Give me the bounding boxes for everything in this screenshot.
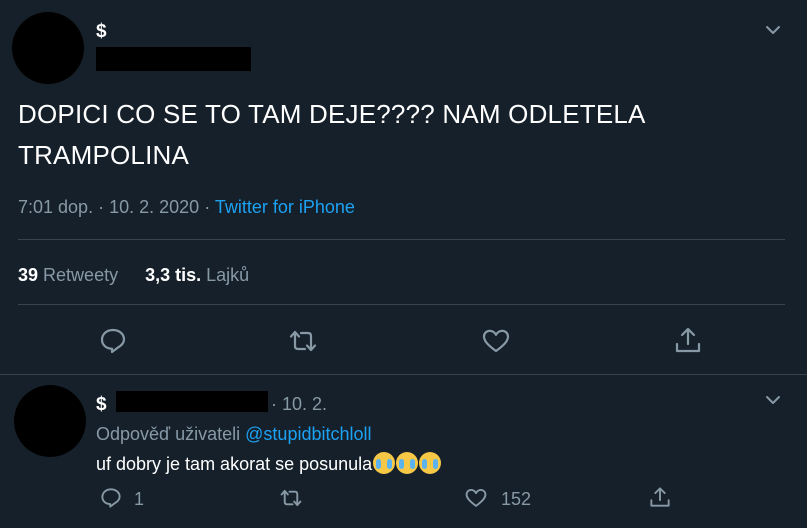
reply-icon[interactable] — [100, 487, 122, 509]
divider — [18, 239, 785, 240]
tweet-meta: 7:01 dop. · 10. 2. 2020 · Twitter for iP… — [18, 197, 355, 218]
divider — [18, 304, 785, 305]
chevron-down-icon[interactable] — [763, 390, 783, 410]
meta-sep: · — [271, 394, 282, 414]
reply-author-name[interactable]: $ — [96, 394, 107, 416]
share-icon[interactable] — [674, 326, 702, 354]
reply-author-avatar[interactable] — [14, 385, 86, 457]
retweet-icon[interactable] — [280, 487, 302, 509]
like-icon[interactable] — [465, 487, 487, 509]
reply-text-container: uf dobry je tam akorat se posunula — [96, 452, 442, 475]
likes-label: Lajků — [206, 265, 250, 285]
author-handle-redacted — [96, 47, 251, 71]
retweets-count: 39 — [18, 265, 39, 285]
replying-to-handle-link[interactable]: @stupidbitchloll — [245, 424, 371, 444]
share-icon[interactable] — [649, 486, 671, 508]
author-avatar[interactable] — [12, 12, 84, 84]
tweet-source-link[interactable]: Twitter for iPhone — [215, 197, 355, 217]
retweets-label: Retweety — [43, 265, 119, 285]
author-name[interactable]: $ — [96, 21, 107, 43]
tweet-date[interactable]: 10. 2. 2020 — [109, 197, 199, 217]
like-icon[interactable] — [482, 327, 510, 355]
meta-sep: · — [204, 197, 215, 217]
replying-to-label: Odpověď uživateli — [96, 424, 241, 444]
tweet-time[interactable]: 7:01 dop. — [18, 197, 93, 217]
reply-text: uf dobry je tam akorat se posunula — [96, 454, 373, 474]
likes-count: 3,3 tis. — [145, 265, 202, 285]
loudly-crying-emoji — [372, 452, 442, 474]
reply-author-handle-redacted — [116, 391, 268, 412]
tweet-stats: 39 Retweety 3,3 tis. Lajků — [18, 265, 249, 286]
tweet-text: DOPICI CO SE TO TAM DEJE???? NAM ODLETEL… — [18, 99, 645, 170]
chevron-down-icon[interactable] — [763, 20, 783, 40]
retweets-stat[interactable]: 39 Retweety — [18, 265, 123, 285]
reply-meta: · 10. 2. — [271, 394, 327, 415]
retweet-icon[interactable] — [289, 327, 317, 355]
divider — [0, 374, 807, 375]
reply-icon[interactable] — [99, 327, 127, 355]
reply-count: 1 — [134, 489, 145, 509]
replying-to: Odpověď uživateli @stupidbitchloll — [96, 424, 372, 445]
meta-sep: · — [98, 197, 110, 217]
reply-date[interactable]: 10. 2. — [282, 394, 327, 414]
likes-stat[interactable]: 3,3 tis. Lajků — [145, 265, 249, 285]
like-count: 152 — [501, 489, 532, 509]
